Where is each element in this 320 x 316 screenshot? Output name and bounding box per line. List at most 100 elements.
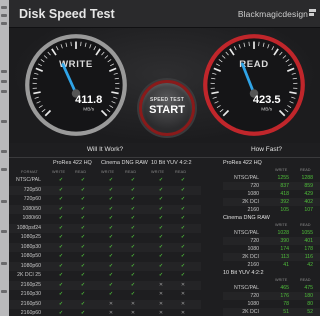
- check-icon: ✓: [80, 196, 86, 202]
- read-speed-cell: 42: [307, 262, 313, 268]
- strip-marker: [1, 120, 7, 123]
- codec-header: ProRes 422 HQ: [53, 160, 92, 166]
- check-icon: ✓: [80, 243, 86, 250]
- cross-icon: ✕: [158, 300, 164, 307]
- check-icon: ✓: [80, 234, 86, 240]
- check-icon: ✓: [158, 224, 164, 231]
- table-row: 720 837 859: [223, 182, 320, 190]
- check-icon: ✓: [158, 177, 164, 183]
- check-icon: ✓: [158, 272, 164, 278]
- check-icon: ✓: [158, 262, 164, 269]
- check-icon: ✓: [80, 300, 86, 307]
- check-icon: ✓: [180, 253, 186, 259]
- write-column-header: WRITE: [275, 278, 288, 282]
- check-icon: ✓: [130, 234, 136, 240]
- check-icon: ✓: [180, 215, 186, 221]
- will-it-work-rows: NTSC/PAL ✓ ✓ ✓ ✓ ✓ ✓ 720p50 ✓ ✓ ✓ ✓ ✓ ✓ 720p60 ✓ ✓ ✓ ✓ ✓ ✓ 10…: [9, 176, 201, 316]
- cross-icon: ✕: [108, 310, 114, 316]
- write-speed-cell: 105: [280, 207, 289, 213]
- strip-marker: [1, 14, 7, 17]
- check-icon: ✓: [58, 215, 64, 221]
- table-row: 2160p50 ✓ ✓ ✕ ✕ ✕ ✕: [9, 299, 201, 309]
- table-row: 1080 174 178: [223, 245, 320, 253]
- read-speed-cell: 859: [304, 183, 313, 189]
- results-panel: Will It Work? How Fast? ProRes 422 HQ Ci…: [9, 143, 320, 316]
- check-icon: ✓: [108, 186, 114, 193]
- check-icon: ✓: [80, 310, 86, 316]
- how-fast-table: ProRes 422 HQ WRITE READ NTSC/PAL 1255 1288 72…: [223, 159, 320, 316]
- strip-marker: [1, 22, 7, 25]
- speed-test-start-button[interactable]: SPEED TEST START: [139, 80, 195, 136]
- strip-marker: [1, 150, 7, 153]
- format-label: 2K DCI: [242, 309, 259, 315]
- table-row: 2160 105 107: [223, 206, 320, 214]
- format-label: 2160p50: [20, 300, 41, 307]
- check-icon: ✓: [58, 291, 64, 297]
- read-column-header: READ: [300, 278, 311, 282]
- strip-marker: [1, 168, 7, 171]
- write-speed-cell: 465: [280, 285, 289, 291]
- check-icon: ✓: [80, 253, 86, 259]
- table-row: 1080p60 ✓ ✓ ✓ ✓ ✓ ✓: [9, 261, 201, 271]
- check-icon: ✓: [58, 177, 64, 183]
- format-label: 1080: [247, 191, 259, 197]
- check-icon: ✓: [130, 253, 136, 259]
- read-column-header: READ: [175, 170, 187, 174]
- brand-logo-icon: [309, 9, 316, 18]
- check-icon: ✓: [180, 177, 186, 183]
- strip-marker: [1, 90, 7, 93]
- table-row: 2160p30 ✓ ✓ ✓ ✓ ✕ ✕: [9, 290, 201, 300]
- start-button-caption: SPEED TEST: [149, 97, 185, 103]
- table-row: NTSC/PAL 465 475: [223, 284, 320, 292]
- strip-marker: [1, 6, 7, 9]
- write-gauge: WRITE 411.8 MB/s: [25, 34, 127, 136]
- format-label: 2K DCI 25: [17, 272, 41, 278]
- table-row: NTSC/PAL 1255 1288: [223, 174, 320, 182]
- check-icon: ✓: [158, 186, 164, 193]
- format-label: 720p50: [23, 186, 41, 193]
- check-icon: ✓: [80, 224, 86, 231]
- write-speed-unit: MB/s: [83, 106, 94, 112]
- check-icon: ✓: [130, 272, 136, 278]
- read-column-header: READ: [300, 223, 311, 227]
- codec-group-heading: Cinema DNG RAW: [223, 215, 270, 221]
- check-icon: ✓: [158, 215, 164, 221]
- check-icon: ✓: [130, 262, 136, 269]
- write-speed-cell: 174: [280, 246, 289, 252]
- read-speed-cell: 180: [304, 293, 313, 299]
- table-row: 720 176 180: [223, 292, 320, 300]
- read-speed-cell: 107: [304, 207, 313, 213]
- check-icon: ✓: [130, 177, 136, 183]
- table-row: 2160 41 42: [223, 261, 320, 269]
- format-label: 1080: [247, 246, 259, 252]
- write-speed-cell: 418: [280, 191, 289, 197]
- read-speed-unit: MB/s: [261, 106, 272, 112]
- check-icon: ✓: [58, 186, 64, 193]
- table-row: 720 390 401: [223, 237, 320, 245]
- title-bar: Disk Speed Test Blackmagicdesign: [9, 0, 320, 28]
- check-icon: ✓: [58, 262, 64, 269]
- read-gauge: READ 423.5 MB/s: [203, 34, 305, 136]
- gauge-panel: WRITE 411.8 MB/s SPEED TEST START READ 4…: [9, 28, 320, 143]
- check-icon: ✓: [180, 272, 186, 278]
- check-icon: ✓: [158, 205, 164, 212]
- format-label: 1080p50: [20, 253, 41, 259]
- check-icon: ✓: [80, 262, 86, 269]
- read-speed-cell: 1055: [301, 230, 313, 236]
- strip-marker: [1, 200, 7, 203]
- format-label: 2160p60: [20, 310, 41, 316]
- check-icon: ✓: [180, 234, 186, 240]
- check-icon: ✓: [108, 281, 114, 288]
- check-icon: ✓: [180, 262, 186, 269]
- check-icon: ✓: [58, 272, 64, 278]
- format-label: 1080i60: [22, 215, 41, 221]
- table-row: 720p50 ✓ ✓ ✓ ✓ ✓ ✓: [9, 185, 201, 195]
- check-icon: ✓: [58, 224, 64, 231]
- how-fast-heading: How Fast?: [250, 146, 283, 153]
- will-it-work-table: ProRes 422 HQ Cinema DNG RAW 10 Bit YUV …: [9, 159, 201, 316]
- write-speed-cell: 51: [283, 309, 289, 315]
- read-column-header: READ: [300, 168, 311, 172]
- check-icon: ✓: [80, 177, 86, 183]
- section-divider: [9, 157, 320, 158]
- cross-icon: ✕: [180, 281, 186, 288]
